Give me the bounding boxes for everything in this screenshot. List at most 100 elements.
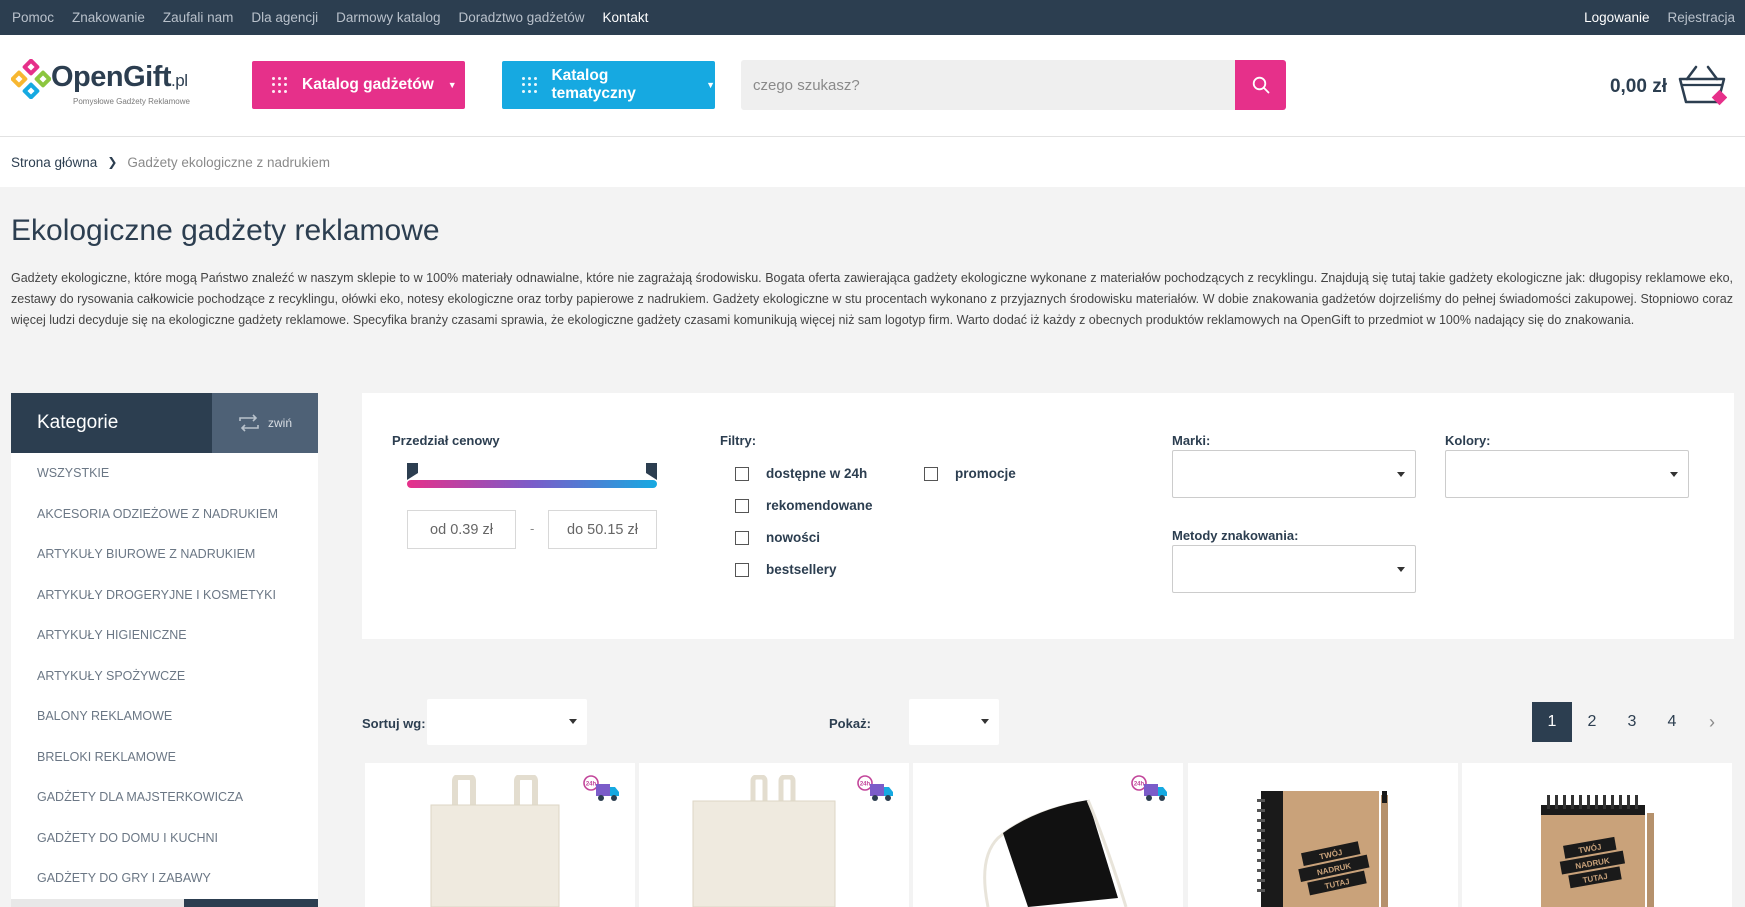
- page-button-4[interactable]: 4: [1652, 702, 1692, 742]
- filter-promo-checkbox[interactable]: promocje: [924, 466, 1016, 481]
- logo-tagline: Pomysłowe Gadżety Reklamowe: [73, 97, 190, 106]
- cart-widget[interactable]: 0,00 zł: [1610, 57, 1727, 117]
- delivery-24h-icon: 24h: [857, 775, 893, 801]
- price-to-field[interactable]: do 50.15 zł: [548, 510, 657, 549]
- category-item[interactable]: Gadżety do domu i kuchni: [11, 818, 318, 859]
- checkbox[interactable]: [735, 562, 749, 577]
- category-item[interactable]: Balony reklamowe: [11, 696, 318, 737]
- sidebar-title: Kategorie: [11, 393, 212, 453]
- page-button-1[interactable]: 1: [1532, 702, 1572, 742]
- site-logo[interactable]: OpenGift.pl Pomysłowe Gadżety Reklamowe: [11, 55, 201, 110]
- catalog-dropdown-button[interactable]: Katalog gadżetów ▼: [252, 61, 465, 109]
- login-link[interactable]: Logowanie: [1584, 10, 1649, 25]
- chevron-down-icon: ▼: [447, 80, 457, 90]
- auth-links: Logowanie Rejestracja: [1584, 0, 1735, 35]
- checkbox[interactable]: [735, 498, 749, 513]
- sidebar-footer-bar: [11, 899, 318, 907]
- top-link-free-catalog[interactable]: Darmowy katalog: [336, 10, 440, 25]
- product-card[interactable]: 24h: [913, 763, 1183, 907]
- product-card[interactable]: 24h: [639, 763, 909, 907]
- badge-24h-text: 24h: [586, 782, 597, 788]
- per-page-select[interactable]: [909, 699, 999, 745]
- category-item[interactable]: Wszystkie: [11, 453, 318, 494]
- search-button[interactable]: [1235, 60, 1286, 110]
- top-link-help[interactable]: Pomoc: [12, 10, 54, 25]
- top-link-branding[interactable]: Znakowanie: [72, 10, 145, 25]
- filter-option-label: bestsellery: [766, 562, 837, 577]
- filter-bestsellers-checkbox[interactable]: bestsellery: [735, 562, 837, 577]
- badge-24h-text: 24h: [860, 782, 871, 788]
- category-item[interactable]: Gadżety do gry i zabawy: [11, 858, 318, 899]
- brands-select[interactable]: [1172, 450, 1416, 498]
- filter-option-label: rekomendowane: [766, 498, 873, 513]
- checkbox[interactable]: [735, 466, 749, 481]
- badge-24h-text: 24h: [1134, 782, 1145, 788]
- price-slider-track[interactable]: [407, 480, 657, 488]
- category-item[interactable]: Gadżety dla majsterkowicza: [11, 777, 318, 818]
- category-sidebar: Kategorie zwiń Wszystkie Akcesoria odzie…: [11, 393, 318, 907]
- checkbox[interactable]: [735, 530, 749, 545]
- price-from-field[interactable]: od 0.39 zł: [407, 510, 516, 549]
- checkbox[interactable]: [924, 466, 938, 481]
- themes-button-label: Katalog tematyczny: [551, 67, 636, 102]
- dropdown-arrow-icon: [1397, 567, 1405, 572]
- sort-select[interactable]: [427, 699, 587, 745]
- filter-24h-checkbox[interactable]: dostępne w 24h: [735, 466, 867, 481]
- slider-handle-max[interactable]: [646, 463, 657, 480]
- dropdown-arrow-icon: [569, 719, 577, 724]
- slider-handle-min[interactable]: [407, 463, 418, 480]
- filter-panel: Przedział cenowy od 0.39 zł - do 50.15 z…: [362, 393, 1734, 639]
- register-link[interactable]: Rejestracja: [1667, 10, 1735, 25]
- category-item[interactable]: Artykuły drogeryjne i kosmetyki: [11, 575, 318, 616]
- chevron-right-icon: ❯: [107, 155, 118, 169]
- notepad-image: TWÓJ NADRUK TUTAJ: [1541, 795, 1654, 907]
- top-link-clients[interactable]: Zaufali nam: [163, 10, 234, 25]
- next-page-button[interactable]: ›: [1692, 702, 1732, 742]
- top-link-contact[interactable]: Kontakt: [603, 10, 649, 25]
- grid-icon: [272, 77, 288, 93]
- sidebar-header: Kategorie zwiń: [11, 393, 318, 453]
- top-nav: Pomoc Znakowanie Zaufali nam Dla agencji…: [12, 0, 648, 35]
- top-link-consulting[interactable]: Doradztwo gadżetów: [458, 10, 584, 25]
- page-description: Gadżety ekologiczne, które mogą Państwo …: [11, 271, 1733, 327]
- category-item[interactable]: Artykuły biurowe z nadrukiem: [11, 534, 318, 575]
- themes-dropdown-button[interactable]: Katalog tematyczny ▼: [502, 61, 715, 109]
- breadcrumb-home[interactable]: Strona główna: [11, 155, 97, 170]
- top-link-agencies[interactable]: Dla agencji: [251, 10, 318, 25]
- search-icon: [1252, 76, 1269, 94]
- logo-name: OpenGift: [51, 61, 172, 93]
- breadcrumb-current: Gadżety ekologiczne z nadrukiem: [127, 154, 330, 170]
- filter-new-checkbox[interactable]: nowości: [735, 530, 820, 545]
- dropdown-arrow-icon: [1397, 472, 1405, 477]
- logo-wordmark: OpenGift.pl: [51, 61, 188, 94]
- marking-methods-select[interactable]: [1172, 545, 1416, 593]
- product-card[interactable]: TWÓJ NADRUK TUTAJ: [1188, 763, 1458, 907]
- colors-label: Kolory:: [1445, 433, 1491, 448]
- price-range-label: Przedział cenowy: [392, 433, 500, 448]
- page-button-3[interactable]: 3: [1612, 702, 1652, 742]
- colors-select[interactable]: [1445, 450, 1689, 498]
- brands-label: Marki:: [1172, 433, 1211, 448]
- show-label: Pokaż:: [829, 716, 871, 731]
- page-button-2[interactable]: 2: [1572, 702, 1612, 742]
- category-item[interactable]: Akcesoria odzieżowe z nadrukiem: [11, 494, 318, 535]
- search-bar: [741, 60, 1286, 110]
- notebook-image: TWÓJ NADRUK TUTAJ: [1257, 791, 1388, 907]
- dropdown-arrow-icon: [1670, 472, 1678, 477]
- chevron-down-icon: ▼: [706, 80, 715, 90]
- marking-methods-label: Metody znakowania:: [1172, 528, 1299, 543]
- swap-arrows-icon: [239, 414, 259, 432]
- category-item[interactable]: Artykuły higieniczne: [11, 615, 318, 656]
- page-title: Ekologiczne gadżety reklamowe: [11, 214, 440, 247]
- product-card[interactable]: TWÓJ NADRUK TUTAJ: [1462, 763, 1732, 907]
- category-item[interactable]: Breloki reklamowe: [11, 737, 318, 778]
- filter-recommended-checkbox[interactable]: rekomendowane: [735, 498, 873, 513]
- search-input[interactable]: [741, 60, 1235, 110]
- category-item[interactable]: Artykuły spożywcze: [11, 656, 318, 697]
- product-card[interactable]: 24h: [365, 763, 635, 907]
- delivery-24h-icon: 24h: [1131, 775, 1167, 801]
- delivery-24h-icon: 24h: [583, 775, 619, 801]
- filters-label: Filtry:: [720, 433, 757, 448]
- category-list: Wszystkie Akcesoria odzieżowe z nadrukie…: [11, 453, 318, 899]
- collapse-button[interactable]: zwiń: [212, 393, 318, 453]
